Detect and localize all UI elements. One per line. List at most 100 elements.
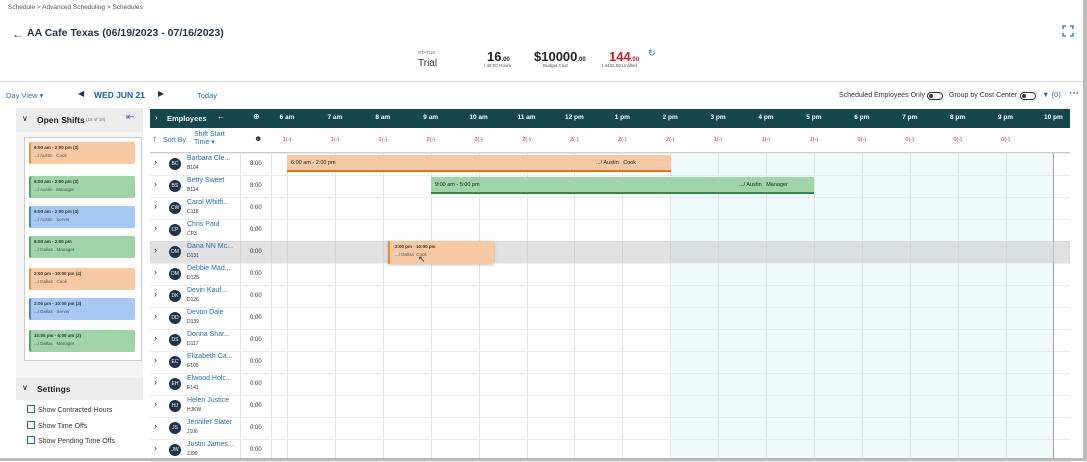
- filter-button[interactable]: ▼ (0): [1042, 90, 1061, 99]
- coverage-count: 2(-): [665, 137, 675, 143]
- sort-by-dropdown[interactable]: Shift Start Time ▾: [194, 131, 234, 147]
- employee-name[interactable]: Devon Dale: [187, 309, 224, 316]
- employee-name[interactable]: Donna Shar...: [187, 331, 230, 338]
- settings-title: Settings: [37, 384, 71, 394]
- coverage-count: 0(-): [1001, 137, 1010, 143]
- collapse-arrow-icon[interactable]: ←: [217, 112, 225, 121]
- checkbox[interactable]: [27, 436, 35, 444]
- chevron-right-icon[interactable]: ›: [154, 157, 157, 167]
- hour-label: 10 pm: [1043, 114, 1063, 121]
- chevron-right-icon[interactable]: ›: [154, 355, 157, 365]
- avatar: CP: [169, 224, 181, 236]
- setting-pending-time-offs[interactable]: Show Pending Time Offs: [27, 436, 115, 445]
- today-button[interactable]: Today: [197, 91, 217, 100]
- chevron-right-icon[interactable]: ›: [154, 311, 157, 321]
- refresh-icon[interactable]: ↻: [648, 48, 656, 59]
- employee-name[interactable]: Elwood Holc...: [187, 375, 232, 382]
- table-row[interactable]: › JS Jennifer Slater J106 0:00: [150, 417, 1070, 439]
- open-shift-card[interactable]: 10:00 pm - 6:00 am (2) .../ Dallas Manage…: [29, 330, 135, 352]
- settings-header[interactable]: [16, 378, 143, 400]
- chevron-right-icon[interactable]: ›: [155, 113, 158, 122]
- avatar: DD: [169, 312, 181, 324]
- hour-label: 5 pm: [806, 114, 822, 121]
- chevron-down-icon[interactable]: ∨: [22, 114, 28, 123]
- sort-direction-icon[interactable]: ↑: [152, 134, 157, 145]
- group-by-cost-center-toggle[interactable]: [1020, 92, 1036, 100]
- hour-label: 1 pm: [614, 114, 630, 121]
- employee-name[interactable]: Justin James...: [187, 441, 234, 448]
- dragged-shift-card[interactable]: 2:00 pm - 10:00 pm .../ Dallas Cook: [388, 241, 494, 264]
- chevron-right-icon[interactable]: ›: [154, 421, 157, 431]
- scheduled-only-toggle[interactable]: [927, 92, 943, 100]
- avatar: HJ: [169, 400, 181, 412]
- chevron-right-icon[interactable]: ›: [154, 179, 157, 189]
- expand-icon[interactable]: [1062, 25, 1074, 37]
- table-row[interactable]: › DM Dana NN Mc... D131 0:00: [150, 241, 1070, 263]
- table-row[interactable]: › CW Carol Whitfi... C118 0:00: [150, 197, 1070, 219]
- open-shifts-count: (18 of 18): [86, 117, 106, 122]
- chevron-right-icon[interactable]: ›: [154, 267, 157, 277]
- employee-code: B114: [187, 187, 199, 193]
- open-shift-card[interactable]: 2:00 pm - 10:00 pm (2) .../ Dallas Server: [29, 298, 135, 320]
- table-row[interactable]: › EH Elwood Holc... E141 0:00: [150, 373, 1070, 395]
- employee-name[interactable]: Helen Justice: [187, 397, 229, 404]
- chevron-right-icon[interactable]: ›: [154, 223, 157, 233]
- employee-name[interactable]: Devin Kauf...: [187, 287, 227, 294]
- coverage-count: 1(-): [761, 137, 771, 143]
- more-options-icon[interactable]: ⋯: [1069, 88, 1079, 99]
- checkbox[interactable]: [27, 405, 35, 413]
- status-value: Trial: [418, 58, 438, 69]
- hour-label: 8 am: [375, 114, 391, 121]
- hour-label: 7 pm: [902, 114, 918, 121]
- employee-name[interactable]: Debbie Mad...: [187, 265, 231, 272]
- employee-code: JJ99: [187, 451, 198, 457]
- shift-bar[interactable]: 9:00 am - 5:00 pm .../ Austin Manager: [431, 177, 814, 194]
- coverage-count: 0(-): [905, 137, 914, 143]
- coverage-count: 1(-): [809, 137, 819, 143]
- open-shift-card[interactable]: 6:00 am - 2:00 pm (4) .../ Austin Server: [29, 206, 135, 228]
- people-icon[interactable]: ☻: [254, 134, 262, 143]
- day-view-dropdown[interactable]: Day View ▾: [6, 91, 43, 100]
- open-shift-card[interactable]: 2:00 pm - 10:00 pm (4) .../ Dallas Cook: [29, 268, 135, 290]
- chevron-right-icon[interactable]: ›: [154, 443, 157, 453]
- shift-bar[interactable]: 6:00 am - 2:00 pm .../ Austin Cook: [287, 155, 671, 172]
- open-shift-card[interactable]: 6:00 am - 2:00 pm .../ Dallas Manager: [29, 236, 135, 258]
- back-arrow-icon[interactable]: ←: [12, 27, 24, 41]
- employee-name[interactable]: Chris Paul: [187, 221, 219, 228]
- employee-name[interactable]: Betty Sweet: [187, 177, 224, 184]
- chevron-right-icon[interactable]: ›: [154, 333, 157, 343]
- avatar: JS: [169, 422, 181, 434]
- chevron-right-icon[interactable]: ›: [154, 245, 157, 255]
- zoom-icon[interactable]: ⊕: [253, 112, 260, 121]
- toolbar-divider: [0, 81, 1087, 82]
- collapse-panel-icon[interactable]: ⇤: [126, 112, 134, 123]
- setting-contracted-hours[interactable]: Show Contracted Hours: [27, 405, 112, 414]
- employee-name[interactable]: Jennifer Slater: [187, 419, 232, 426]
- table-row[interactable]: › DM Debbie Mad... D125 0:00: [150, 263, 1070, 285]
- prev-day-icon[interactable]: ◀: [78, 89, 84, 98]
- chevron-right-icon[interactable]: ›: [154, 399, 157, 409]
- employee-name[interactable]: Elizabeth Ca...: [187, 353, 233, 360]
- next-day-icon[interactable]: ▶: [158, 89, 164, 98]
- employee-name[interactable]: Barbara Cle...: [187, 155, 230, 162]
- open-shift-card[interactable]: 6:00 am - 2:00 pm (2) .../ Austin Manager: [29, 176, 135, 198]
- setting-time-offs[interactable]: Show Time Offs: [27, 421, 87, 430]
- current-date[interactable]: WED JUN 21: [94, 90, 145, 100]
- avatar: DM: [169, 246, 181, 258]
- table-row[interactable]: › CP Chris Paul CP3 0:00: [150, 219, 1070, 241]
- chevron-down-icon[interactable]: ∨: [22, 383, 28, 392]
- table-row[interactable]: › DK Devin Kauf... D126 0:00: [150, 285, 1070, 307]
- employee-code: D117: [187, 341, 199, 347]
- open-shift-card[interactable]: 6:00 am - 2:00 pm (3) .../ Austin Cook: [29, 142, 135, 164]
- hours-sub-label: / 48:00 Hours: [484, 63, 512, 68]
- table-row[interactable]: › DS Donna Shar... D117 0:00: [150, 329, 1070, 351]
- chevron-right-icon[interactable]: ›: [154, 201, 157, 211]
- table-row[interactable]: › EC Elizabeth Ca... E105 0:00: [150, 351, 1070, 373]
- employee-name[interactable]: Carol Whitfi...: [187, 199, 229, 206]
- employee-name[interactable]: Dana NN Mc...: [187, 243, 233, 250]
- checkbox[interactable]: [27, 421, 35, 429]
- chevron-right-icon[interactable]: ›: [154, 377, 157, 387]
- chevron-right-icon[interactable]: ›: [154, 289, 157, 299]
- table-row[interactable]: › HJ Helen Justice HJKW 0:00: [150, 395, 1070, 417]
- table-row[interactable]: › DD Devon Dale D139 0:00: [150, 307, 1070, 329]
